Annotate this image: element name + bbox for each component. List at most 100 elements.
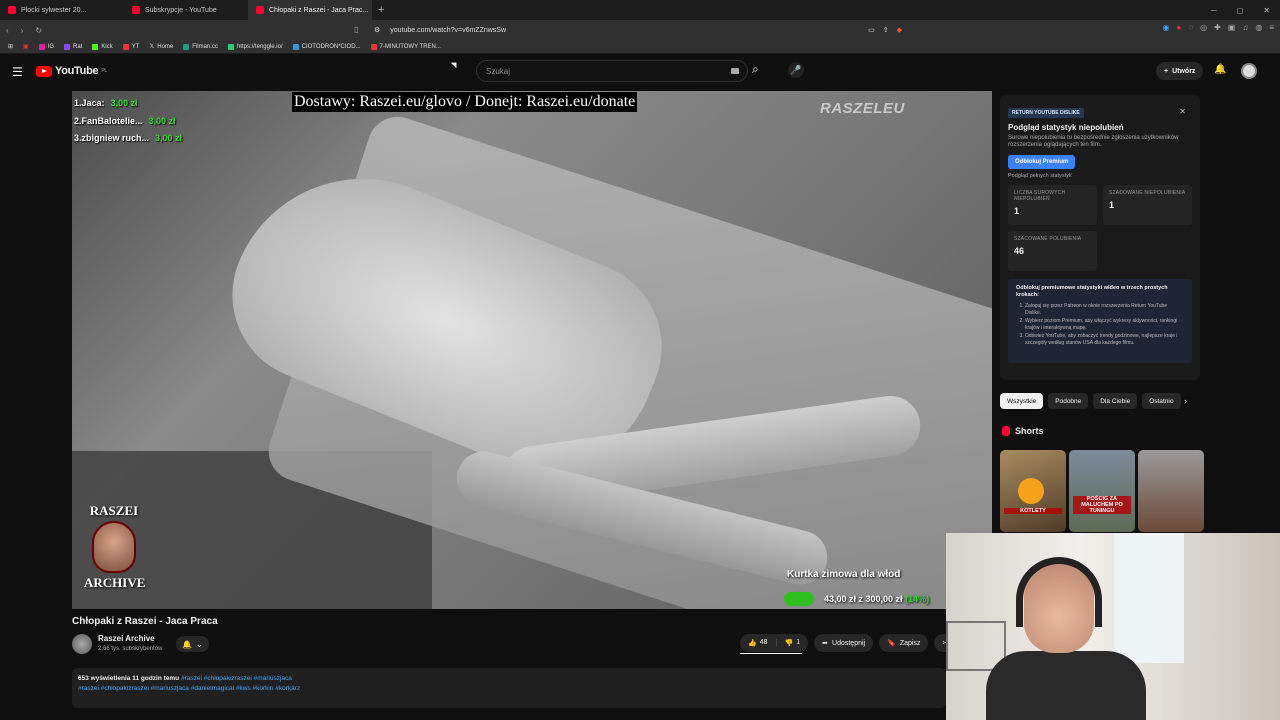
music-icon[interactable]: ♫ xyxy=(1242,23,1248,32)
browser-tab-active[interactable]: Chłopaki z Raszei - Jaca Prac... ✕ xyxy=(248,0,372,20)
bookmark-item[interactable]: CIOTODRON*CIOD... xyxy=(292,43,361,50)
plus-icon: + xyxy=(1164,67,1169,75)
streamer-face-image xyxy=(92,521,136,573)
short-caption: POŚCIG ZA MALUCHEM PO TUNINGU xyxy=(1073,496,1131,514)
reload-icon[interactable]: ↻ xyxy=(35,26,42,35)
url-field[interactable]: ⚙ youtube.com/watch?v=v6mZZnwsSw ▭ ⇪ ◆ xyxy=(368,22,908,38)
bookmark-label: Filman.cc xyxy=(192,43,218,50)
back-icon[interactable]: ‹ xyxy=(6,26,9,35)
apps-icon[interactable]: ⊞ xyxy=(8,43,13,50)
video-player[interactable]: Dostawy: Raszei.eu/glovo / Donejt: Rasze… xyxy=(72,91,992,609)
like-button[interactable]: 👍 48 xyxy=(740,639,777,647)
extension-icon[interactable]: ◉ xyxy=(1163,23,1170,32)
bookmark-item[interactable]: 𝕏 Home xyxy=(149,43,174,51)
chip-related[interactable]: Podobne xyxy=(1048,393,1089,409)
bookmark-icon-item[interactable]: ▣ xyxy=(23,43,29,50)
browser-tab[interactable]: Płocki sylwester 20... xyxy=(0,0,124,20)
puzzle-icon[interactable]: ✚ xyxy=(1214,23,1221,32)
extension-icon[interactable]: ● xyxy=(1176,23,1181,32)
notifications-bell-icon[interactable]: 🔔 xyxy=(1214,64,1226,75)
microphone-icon[interactable]: 🎤 xyxy=(788,62,804,78)
goal-progress-pill xyxy=(784,592,814,606)
stat-card: SZACOWANE POLUBIENIA 46 xyxy=(1008,231,1097,271)
bookmark-item[interactable]: Filman.cc xyxy=(183,43,218,50)
donor-row: 2.FanBalotelie... 3,00 zł xyxy=(74,113,182,131)
chip-recent[interactable]: Ostatnio xyxy=(1142,393,1181,409)
bookmark-item[interactable]: https://tenggle.io/ xyxy=(227,43,283,50)
browser-tab[interactable]: Subskrypcje - YouTube xyxy=(124,0,248,20)
bookmark-label: IG xyxy=(47,43,55,50)
dislike-button[interactable]: 👎 1 xyxy=(777,639,809,647)
youtube-favicon-icon xyxy=(256,6,264,14)
short-thumbnail[interactable]: POŚCIG ZA MALUCHEM PO TUNINGU xyxy=(1069,450,1135,532)
save-icon: 🔖 xyxy=(887,640,896,647)
hamburger-menu-icon[interactable]: ☰ xyxy=(12,65,23,79)
forward-icon[interactable]: › xyxy=(21,26,24,35)
unlock-premium-button[interactable]: Odblokuj Premium xyxy=(1008,155,1076,169)
webcam-person-body xyxy=(986,651,1146,720)
donor-list: 1.Jaca: 3,00 zł 2.FanBalotelie... 3,00 zł … xyxy=(74,95,182,148)
stat-value: 46 xyxy=(1014,246,1025,256)
install-icon[interactable]: ▭ xyxy=(868,26,875,34)
donor-name: 1.Jaca: xyxy=(74,98,105,108)
bookmark-item[interactable]: Kick xyxy=(92,43,113,50)
full-stats-link[interactable]: Podgląd pełnych statystyk xyxy=(1008,173,1192,179)
account-avatar[interactable] xyxy=(1241,63,1257,79)
youtube-play-icon xyxy=(36,65,52,77)
donor-name: 3.zbigniew ruch... xyxy=(74,133,150,143)
channel-avatar[interactable] xyxy=(72,634,92,654)
subscription-bell-button[interactable]: 🔔 ⌄ xyxy=(176,636,209,652)
menu-icon[interactable]: ≡ xyxy=(1269,23,1274,32)
thumbs-up-icon: 👍 xyxy=(748,640,757,647)
short-thumbnail[interactable] xyxy=(1138,450,1204,532)
headphones-icon xyxy=(1016,557,1102,627)
minimize-icon[interactable]: ─ xyxy=(1211,6,1217,15)
youtube-favicon-icon xyxy=(8,6,16,14)
address-bar-row: ‹ › ↻ ▯ ⚙ youtube.com/watch?v=v6mZZnwsSw… xyxy=(0,20,1280,40)
bookmark-icon[interactable]: ▯ xyxy=(354,25,358,34)
sidebar-icon[interactable]: ▣ xyxy=(1228,23,1236,32)
bookmark-label: YT xyxy=(131,43,140,50)
channel-name[interactable]: Raszei Archive xyxy=(98,634,155,643)
keyboard-icon[interactable] xyxy=(731,68,739,74)
bookmark-label: https://tenggle.io/ xyxy=(236,43,283,50)
brave-shield-icon[interactable]: ◆ xyxy=(897,26,902,34)
site-info-icon[interactable]: ⚙ xyxy=(374,26,380,34)
short-thumbnail[interactable]: KOTLETY xyxy=(1000,450,1066,532)
extension-icon[interactable]: ◌ xyxy=(1188,23,1193,32)
bookmark-item[interactable]: YT xyxy=(122,43,140,50)
youtube-logo[interactable]: YouTube PL xyxy=(36,65,107,77)
close-icon[interactable]: ✕ xyxy=(1179,107,1186,116)
goal-percent: (14%) xyxy=(905,594,930,604)
new-tab-icon[interactable]: + xyxy=(372,4,390,16)
maximize-icon[interactable]: ◻ xyxy=(1237,6,1244,15)
close-window-icon[interactable]: ✕ xyxy=(1263,6,1270,15)
share-arrow-icon: ➦ xyxy=(822,640,829,647)
extension-tag: RETURN YOUTUBE DISLIKE xyxy=(1008,108,1084,118)
extension-icon[interactable]: ◎ xyxy=(1200,23,1207,32)
hashtags[interactable]: #raszei #chlopakizraszei #mariuszjaca #d… xyxy=(78,684,940,694)
webcam-overlay xyxy=(946,533,1280,720)
hashtags[interactable]: #raszei #chłopakizraszei #mariuszjaca xyxy=(181,675,292,682)
chip-all[interactable]: Wszystkie xyxy=(1000,393,1044,409)
create-button[interactable]: + Utwórz xyxy=(1156,62,1204,80)
chevron-right-icon[interactable]: › xyxy=(1184,396,1187,406)
chip-for-you[interactable]: Dla Ciebie xyxy=(1093,393,1138,409)
bookmark-label: Kick xyxy=(101,43,113,50)
donation-goal-bar: 43,00 zł z 300,00 zł (14%) xyxy=(784,591,948,607)
bookmark-item[interactable]: IG xyxy=(38,43,55,50)
stream-overlay-banner: Dostawy: Raszei.eu/glovo / Donejt: Rasze… xyxy=(292,92,638,112)
description-box[interactable]: 653 wyświetlenia 11 godzin temu #raszei … xyxy=(72,668,946,708)
bell-icon: 🔔 xyxy=(182,639,192,649)
share-icon[interactable]: ⇪ xyxy=(883,26,889,34)
browser-tab-bar: Płocki sylwester 20... Subskrypcje - You… xyxy=(0,0,1280,20)
search-icon[interactable]: ⌕ xyxy=(752,62,759,77)
bookmark-item[interactable]: Rat xyxy=(64,43,82,50)
share-button[interactable]: ➦ Udostępnij xyxy=(814,634,874,652)
search-placeholder: Szukaj xyxy=(486,66,511,76)
search-input[interactable]: Szukaj xyxy=(476,60,748,82)
save-button[interactable]: 🔖 Zapisz xyxy=(879,634,929,652)
bookmark-label: Home xyxy=(157,43,174,50)
bookmark-item[interactable]: 7-MINUTOWY TREN... xyxy=(370,43,441,50)
wallet-icon[interactable]: ◍ xyxy=(1255,23,1262,32)
